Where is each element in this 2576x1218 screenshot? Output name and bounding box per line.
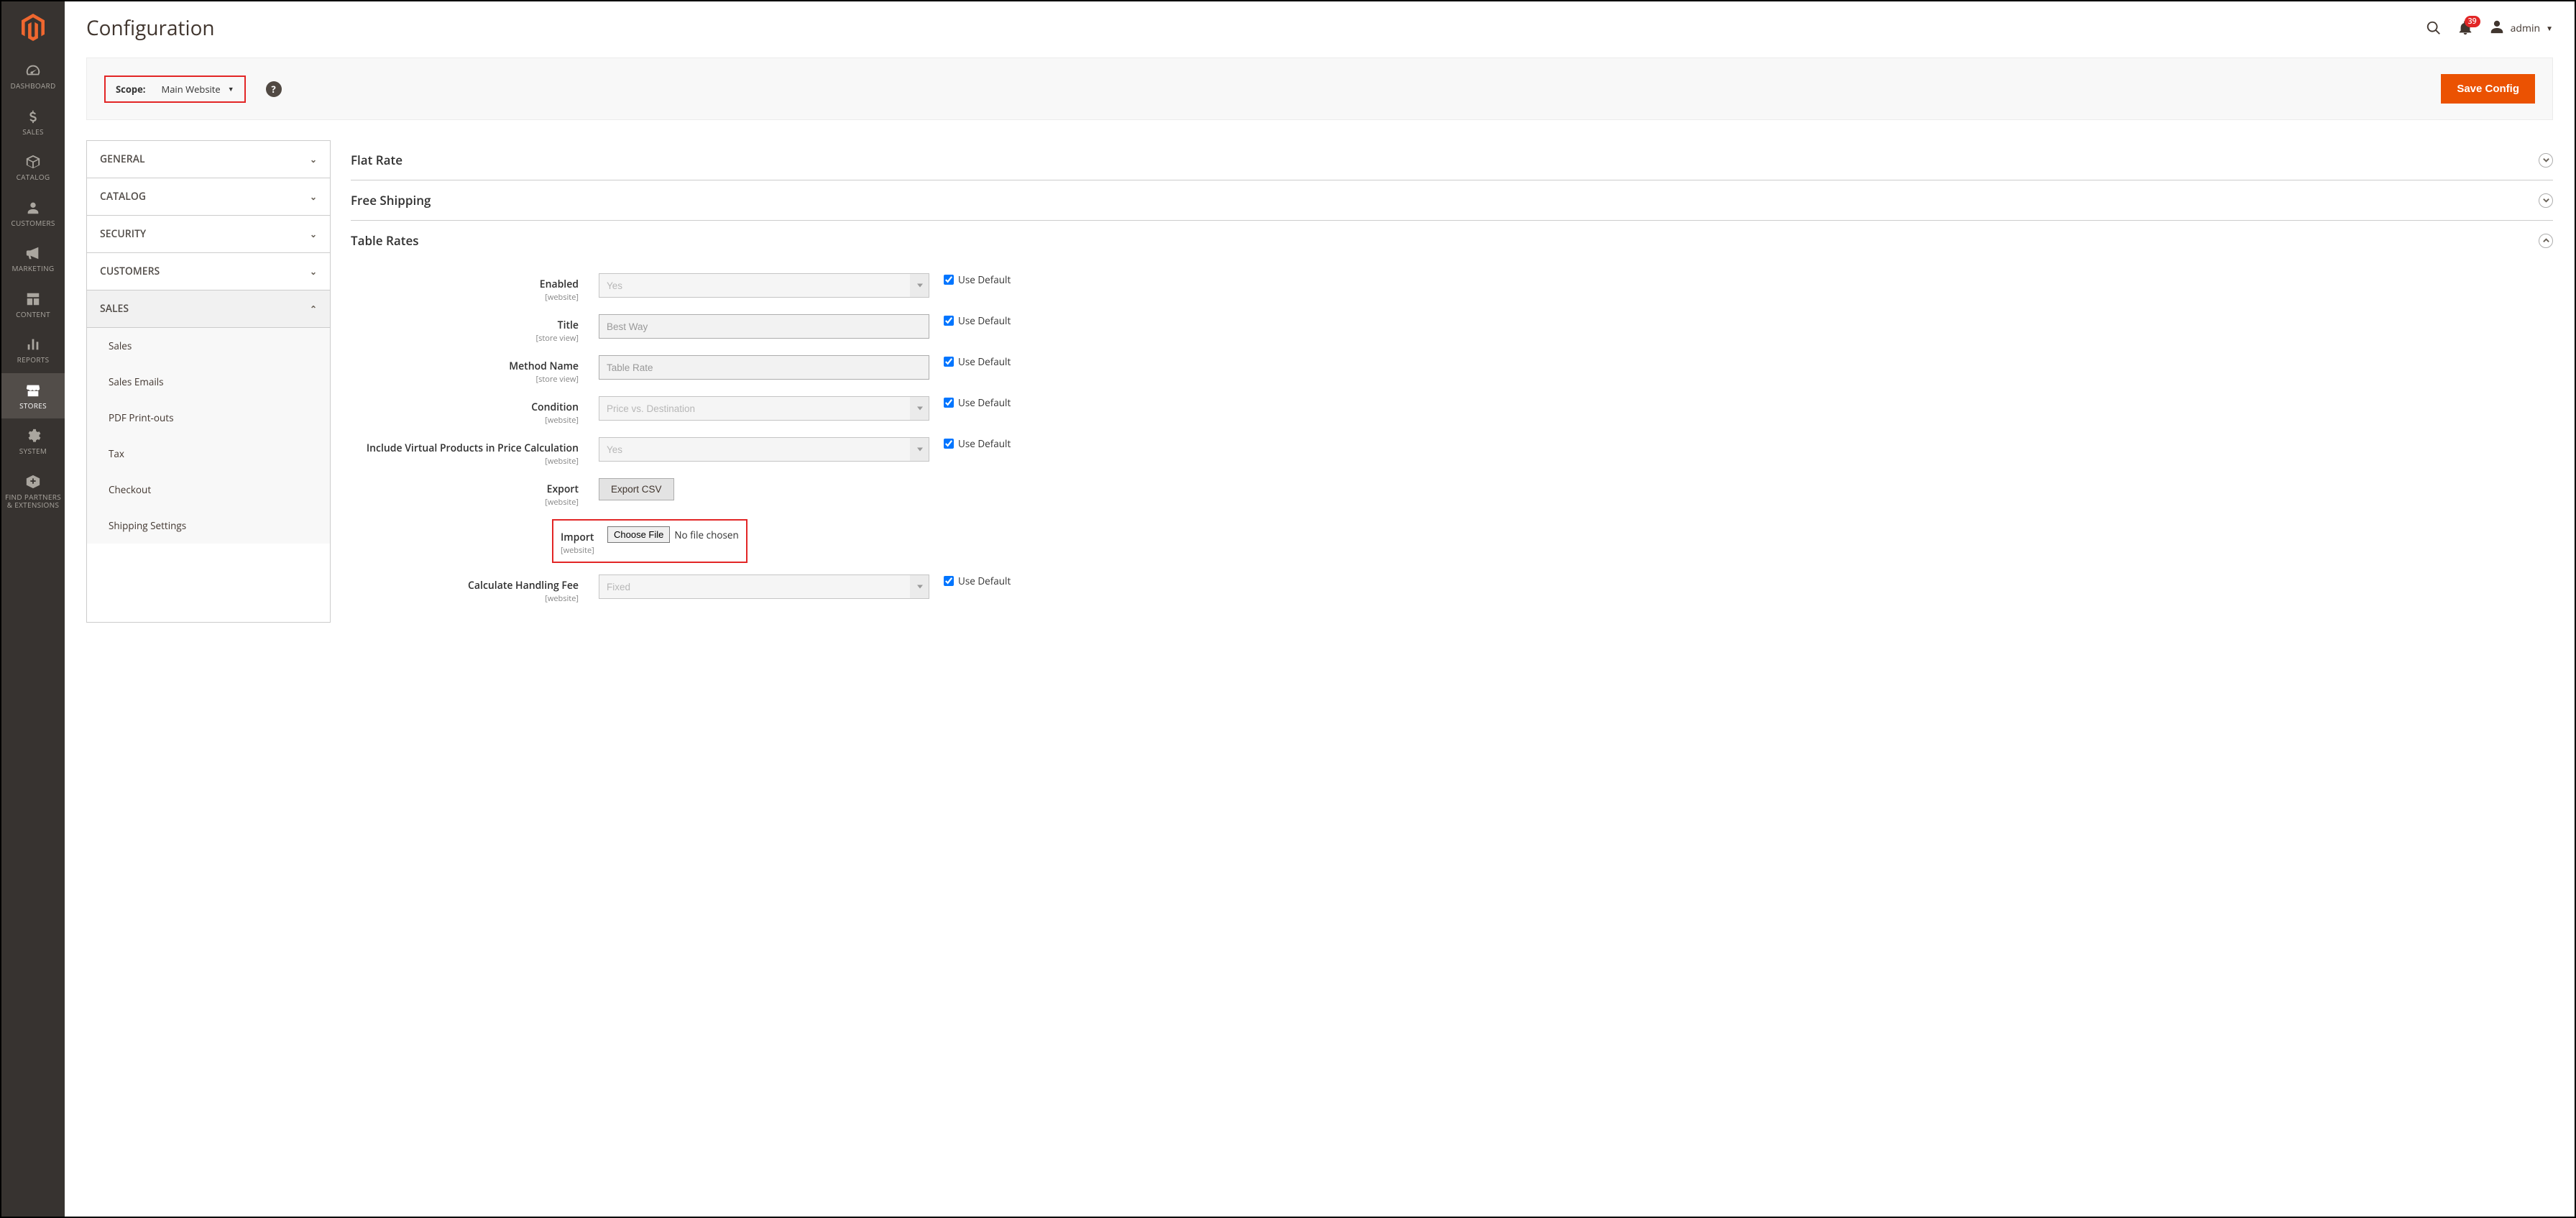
tab-customers[interactable]: CUSTOMERS ⌄ <box>87 253 330 290</box>
account-menu[interactable]: admin ▼ <box>2489 19 2553 38</box>
chevron-down-icon: ⌄ <box>310 191 317 203</box>
section-free-shipping[interactable]: Free Shipping <box>351 180 2553 221</box>
scope-selector-highlight: Scope: Main Website ▼ <box>104 75 246 103</box>
use-default-method[interactable]: Use Default <box>944 355 1011 368</box>
tab-catalog[interactable]: CATALOG ⌄ <box>87 178 330 216</box>
chevron-down-icon: ⌄ <box>310 228 317 240</box>
caret-down-icon: ▼ <box>228 84 234 93</box>
nav-customers[interactable]: CUSTOMERS <box>1 191 65 237</box>
scope-bar: Scope: Main Website ▼ ? Save Config <box>86 58 2553 120</box>
nav-reports[interactable]: REPORTS <box>1 327 65 373</box>
page-header: Configuration 39 admin ▼ <box>86 1 2553 58</box>
config-tabs: GENERAL ⌄ CATALOG ⌄ SECURITY ⌄ CUSTOMERS… <box>86 140 331 623</box>
chevron-down-icon: ⌄ <box>310 265 317 278</box>
choose-file-button[interactable]: Choose File <box>607 526 670 543</box>
tab-general[interactable]: GENERAL ⌄ <box>87 141 330 178</box>
use-default-virtual[interactable]: Use Default <box>944 437 1011 450</box>
method-name-input[interactable] <box>599 355 929 380</box>
nav-catalog[interactable]: CATALOG <box>1 145 65 191</box>
export-csv-button[interactable]: Export CSV <box>599 478 674 500</box>
chevron-down-icon: ⌄ <box>310 153 317 165</box>
magento-logo[interactable] <box>1 1 65 53</box>
gauge-icon <box>4 60 62 81</box>
nav-content[interactable]: CONTENT <box>1 282 65 328</box>
save-config-button[interactable]: Save Config <box>2441 74 2535 104</box>
handling-select[interactable]: Fixed <box>599 574 929 599</box>
megaphone-icon <box>4 243 62 263</box>
layout-icon <box>4 289 62 309</box>
field-export: Export [website] Export CSV <box>351 478 2553 508</box>
person-icon <box>4 198 62 218</box>
tab-security[interactable]: SECURITY ⌄ <box>87 216 330 253</box>
admin-sidebar: DASHBOARD SALES CATALOG CUSTOMERS MARKET… <box>1 1 65 1217</box>
section-table-rates[interactable]: Table Rates <box>351 221 2553 260</box>
search-icon[interactable] <box>2426 20 2442 36</box>
account-label: admin <box>2511 22 2540 35</box>
box-icon <box>4 152 62 172</box>
virtual-select[interactable]: Yes <box>599 437 929 462</box>
use-default-condition[interactable]: Use Default <box>944 396 1011 409</box>
chevron-up-icon: ⌃ <box>310 303 317 315</box>
nav-marketing[interactable]: MARKETING <box>1 236 65 282</box>
puzzle-icon <box>4 472 62 492</box>
notification-badge: 39 <box>2465 16 2480 27</box>
subtab-sales[interactable]: Sales <box>87 328 330 364</box>
title-input[interactable] <box>599 314 929 339</box>
subtab-pdf-printouts[interactable]: PDF Print-outs <box>87 400 330 436</box>
dollar-icon <box>4 106 62 127</box>
scope-label: Scope: <box>116 83 146 96</box>
collapse-icon <box>2539 153 2553 168</box>
nav-system[interactable]: SYSTEM <box>1 418 65 464</box>
field-method-name: Method Name [store view] Use Default <box>351 355 2553 385</box>
subtab-sales-emails[interactable]: Sales Emails <box>87 364 330 400</box>
collapse-icon <box>2539 193 2553 208</box>
expand-icon <box>2539 234 2553 248</box>
store-icon <box>4 380 62 400</box>
use-default-enabled[interactable]: Use Default <box>944 273 1011 286</box>
use-default-title[interactable]: Use Default <box>944 314 1011 327</box>
condition-select[interactable]: Price vs. Destination <box>599 396 929 421</box>
field-title: Title [store view] Use Default <box>351 314 2553 344</box>
import-highlight: Import [website] Choose File No file cho… <box>552 519 748 563</box>
nav-stores[interactable]: STORES <box>1 373 65 419</box>
nav-dashboard[interactable]: DASHBOARD <box>1 53 65 99</box>
section-flat-rate[interactable]: Flat Rate <box>351 140 2553 180</box>
notifications-icon[interactable]: 39 <box>2457 20 2473 36</box>
field-condition: Condition [website] Price vs. Destinatio… <box>351 396 2553 426</box>
file-chosen-text: No file chosen <box>674 528 738 541</box>
tab-sales[interactable]: SALES ⌃ <box>87 290 330 328</box>
enabled-select[interactable]: Yes <box>599 273 929 298</box>
nav-partners[interactable]: FIND PARTNERS & EXTENSIONS <box>1 464 65 518</box>
page-title: Configuration <box>86 14 215 42</box>
use-default-handling[interactable]: Use Default <box>944 574 1011 587</box>
field-virtual: Include Virtual Products in Price Calcul… <box>351 437 2553 467</box>
nav-sales[interactable]: SALES <box>1 99 65 145</box>
field-enabled: Enabled [website] Yes Use Default <box>351 273 2553 303</box>
caret-down-icon: ▼ <box>2546 23 2553 33</box>
config-sections: Flat Rate Free Shipping Table Rates Enab… <box>351 140 2553 623</box>
help-icon[interactable]: ? <box>266 81 282 97</box>
field-handling: Calculate Handling Fee [website] Fixed U… <box>351 574 2553 604</box>
subtab-shipping-settings[interactable]: Shipping Settings <box>87 508 330 544</box>
section-table-rates-body: Enabled [website] Yes Use Default Title … <box>351 260 2553 623</box>
scope-select[interactable]: Main Website ▼ <box>162 83 234 96</box>
subtab-tax[interactable]: Tax <box>87 436 330 472</box>
gear-icon <box>4 426 62 446</box>
user-icon <box>2489 19 2505 38</box>
subtab-checkout[interactable]: Checkout <box>87 472 330 508</box>
bar-chart-icon <box>4 334 62 354</box>
